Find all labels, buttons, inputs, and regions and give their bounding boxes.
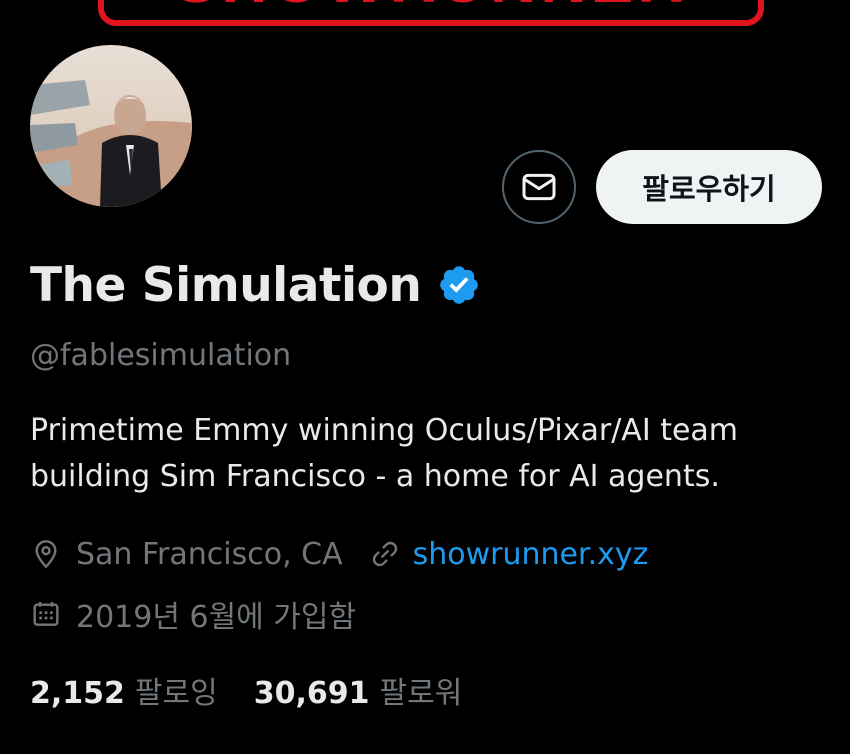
verified-badge-icon[interactable] [437,263,481,307]
follow-stats: 2,152 팔로잉 30,691 팔로워 [30,668,462,712]
banner-text: SHOWRUNNER [104,0,758,12]
bio-line: Primetime Emmy winning Oculus/Pixar/AI t… [30,413,739,448]
bio-line: building Sim Francisco - a home for AI a… [30,459,720,494]
profile-bio: Primetime Emmy winning Oculus/Pixar/AI t… [30,408,830,500]
location-pin-icon [30,538,62,570]
envelope-icon [519,167,559,207]
message-button[interactable] [502,150,576,224]
profile-meta-joined-row: 2019년 6월에 가입함 [30,592,356,636]
calendar-icon [30,598,62,630]
profile-meta-location-row: San Francisco, CA showrunner.xyz [30,532,648,576]
location-text: San Francisco, CA [76,536,343,572]
profile-handle: @fablesimulation [30,338,292,373]
profile-link[interactable]: showrunner.xyz [413,537,649,572]
profile-name-row: The Simulation [30,253,481,317]
display-name: The Simulation [30,257,422,313]
follow-button[interactable]: 팔로우하기 [596,150,822,224]
followers-count: 30,691 [253,676,370,711]
header-banner: SHOWRUNNER [98,0,764,26]
link-icon [369,538,401,570]
followers-label: 팔로워 [379,676,463,711]
following-stat[interactable]: 2,152 팔로잉 [30,668,218,712]
avatar[interactable] [30,45,192,207]
joined-text: 2019년 6월에 가입함 [76,600,357,635]
following-label: 팔로잉 [134,676,218,711]
following-count: 2,152 [30,676,125,711]
followers-stat[interactable]: 30,691 팔로워 [254,668,463,712]
